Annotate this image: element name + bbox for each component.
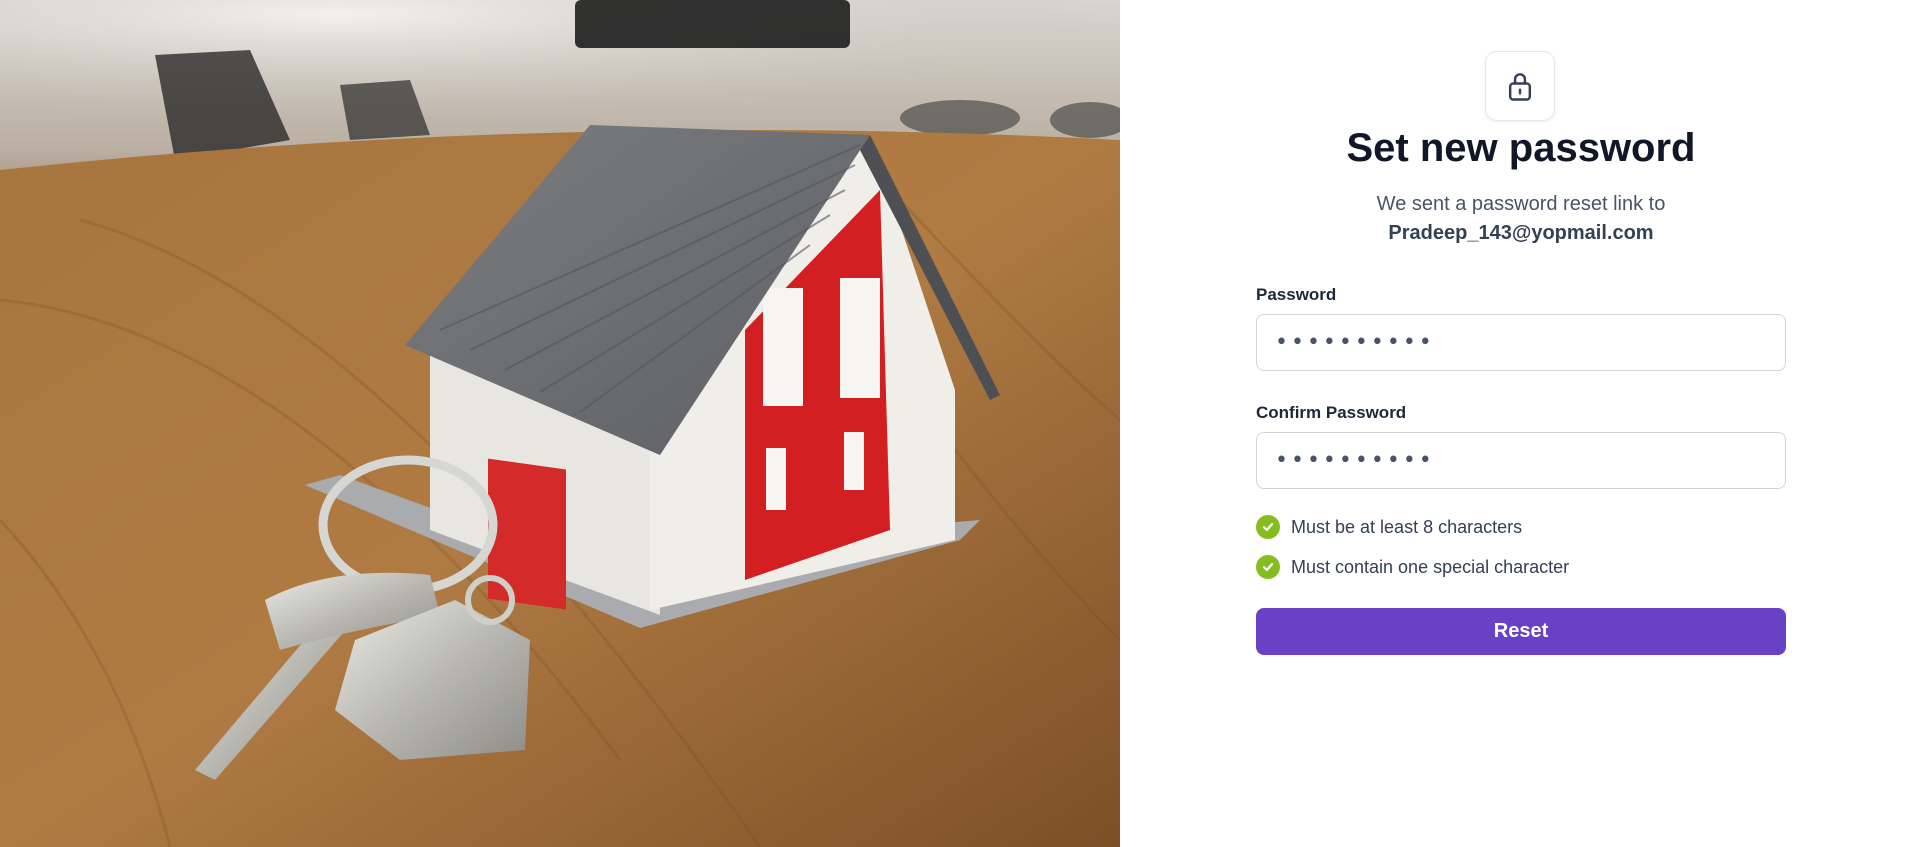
reset-form-panel: Set new password We sent a password rese… [1120,0,1920,847]
confirm-password-label: Confirm Password [1256,403,1407,422]
password-field[interactable] [1256,314,1786,371]
password-rule-text: Must be at least 8 characters [1291,516,1523,537]
check-icon [1256,515,1280,539]
password-rule-special: Must contain one special character [1256,554,1569,580]
check-icon [1256,555,1280,579]
password-rule-text: Must contain one special character [1291,556,1570,577]
lock-icon [1508,73,1532,101]
confirm-password-field[interactable] [1256,432,1786,489]
lock-icon-badge [1485,51,1555,121]
reset-password-page: Set new password We sent a password rese… [0,0,1920,847]
password-rule-length: Must be at least 8 characters [1256,514,1522,540]
password-label: Password [1256,285,1337,304]
reset-button[interactable]: Reset [1256,608,1786,655]
page-subtitle: We sent a password reset link to [1376,193,1666,215]
reset-email: Pradeep_143@yopmail.com [1388,222,1654,244]
house-keychain-photo [0,0,1120,847]
page-title: Set new password [1346,126,1696,170]
